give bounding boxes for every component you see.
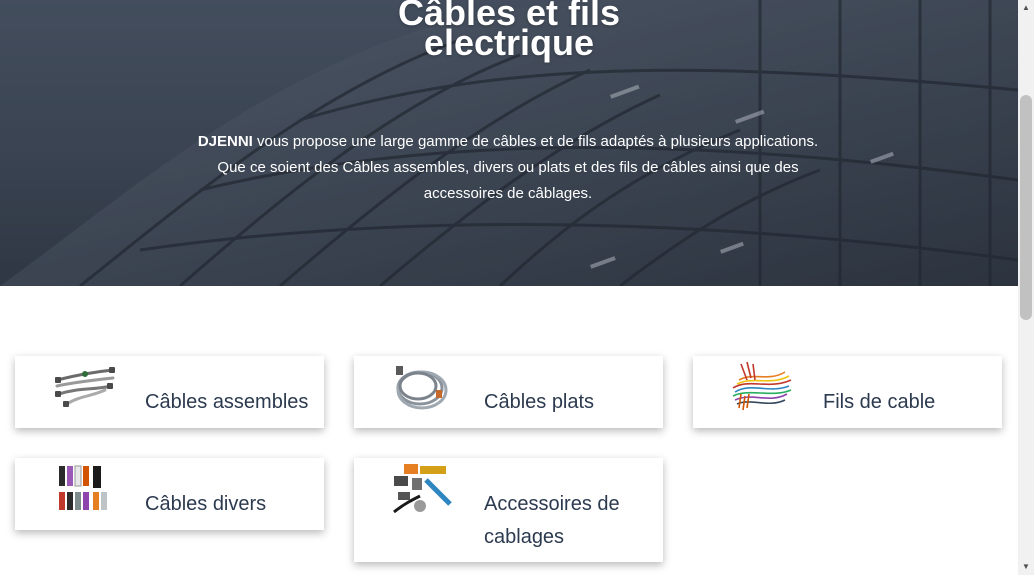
flat-cable-image bbox=[396, 366, 448, 410]
category-label-line2: cablages bbox=[484, 526, 565, 548]
page-title-line2: electrique bbox=[423, 22, 595, 63]
hero-description-line1: DJENNI vous propose une large gamme de c… bbox=[150, 129, 866, 155]
category-card-cables-assembles[interactable]: Câbles assembles bbox=[15, 356, 324, 428]
brand-name: DJENNI bbox=[197, 133, 253, 150]
hero-banner: Câbles et fils electrique DJENNI vous pr… bbox=[0, 0, 1018, 286]
scroll-up-icon[interactable]: ▲ bbox=[1018, 0, 1034, 16]
category-card-accessoires-de-cablages[interactable]: Accessoires de cablages bbox=[354, 458, 663, 562]
scrollbar-thumb[interactable] bbox=[1020, 95, 1032, 320]
hero-description-text1: vous propose une large gamme de câbles e… bbox=[252, 133, 819, 150]
wiring-accessories-image bbox=[393, 464, 452, 514]
category-label-line1: Accessoires de bbox=[484, 493, 620, 515]
cable-wires-image bbox=[732, 361, 792, 411]
hero-description-line3: accessoires de câblages. bbox=[423, 185, 593, 202]
assembled-cables-image bbox=[55, 367, 115, 407]
category-label[interactable]: Câbles plats bbox=[484, 386, 594, 419]
category-label[interactable]: Câbles divers bbox=[145, 488, 266, 521]
category-card-fils-de-cable[interactable]: Fils de cable bbox=[693, 356, 1002, 428]
scroll-down-icon[interactable]: ▼ bbox=[1018, 559, 1034, 575]
misc-cables-image bbox=[59, 465, 107, 510]
category-card-cables-plats[interactable]: Câbles plats bbox=[354, 356, 663, 428]
hero-description: DJENNI vous propose une large gamme de c… bbox=[150, 129, 866, 207]
hero-description-line2: Que ce soient des Câbles assembles, dive… bbox=[217, 159, 799, 176]
page-title: Câbles et fils electrique bbox=[0, 0, 1018, 63]
category-label[interactable]: Accessoires de cablages bbox=[484, 488, 620, 554]
category-label[interactable]: Câbles assembles bbox=[145, 386, 308, 419]
category-card-cables-divers[interactable]: Câbles divers bbox=[15, 458, 324, 530]
category-label[interactable]: Fils de cable bbox=[823, 386, 935, 419]
